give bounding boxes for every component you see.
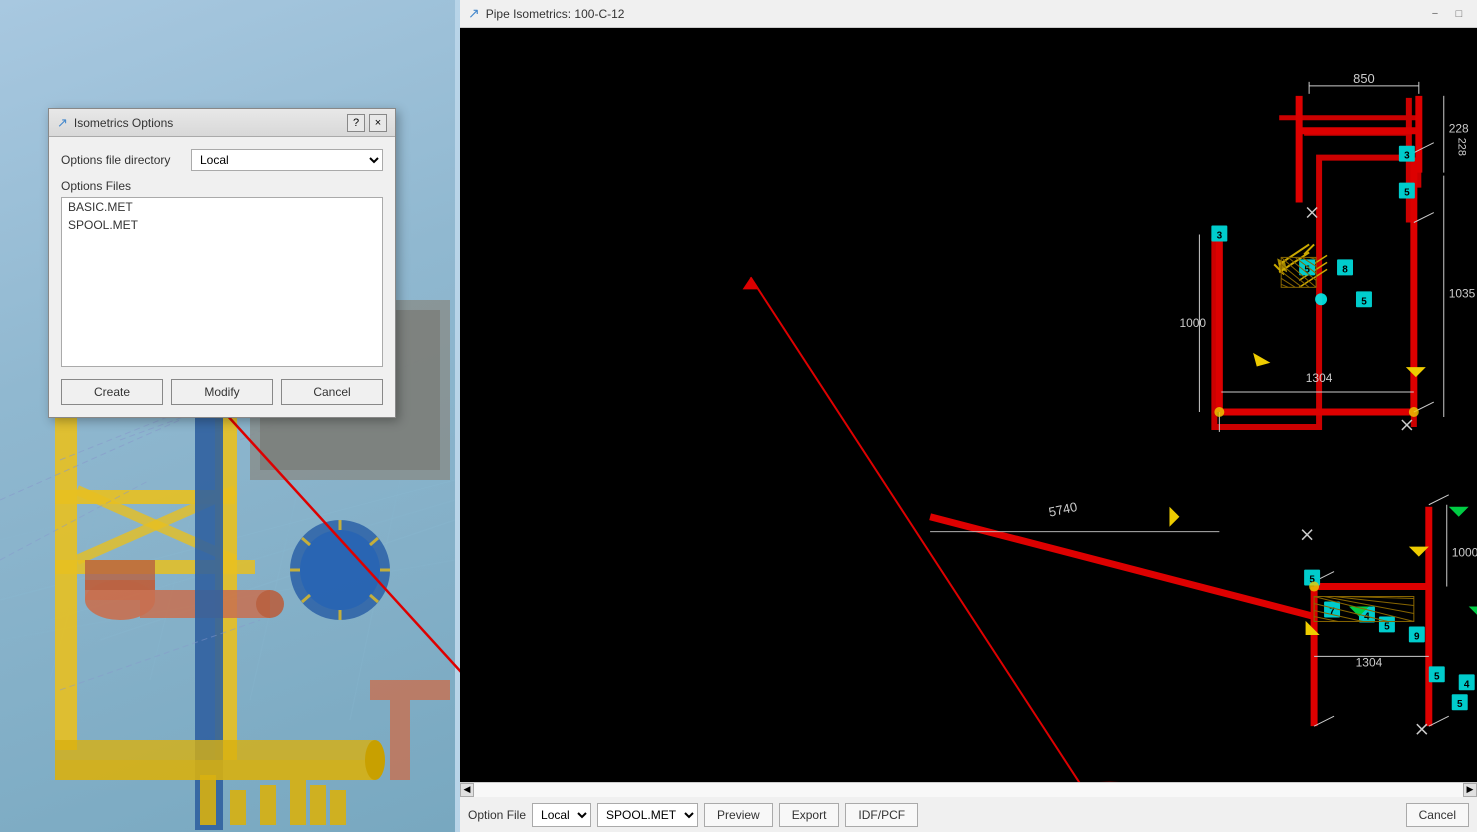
svg-text:9: 9 bbox=[1414, 631, 1420, 642]
directory-row: Options file directory Local Project Sys… bbox=[61, 149, 383, 171]
toolbar-cancel-button[interactable]: Cancel bbox=[1406, 803, 1469, 827]
scroll-track[interactable] bbox=[474, 783, 1463, 797]
cancel-button[interactable]: Cancel bbox=[281, 379, 383, 405]
svg-text:5: 5 bbox=[1434, 671, 1440, 682]
options-files-label: Options Files bbox=[61, 179, 383, 193]
svg-text:3: 3 bbox=[1217, 230, 1223, 241]
pipe-canvas[interactable]: 850 228 228 1035 1304 1000 5740 1304 100… bbox=[460, 28, 1477, 796]
dialog-body: Options file directory Local Project Sys… bbox=[49, 137, 395, 417]
export-button[interactable]: Export bbox=[779, 803, 840, 827]
option-file-label: Option File bbox=[468, 808, 526, 822]
directory-select[interactable]: Local Project System bbox=[191, 149, 383, 171]
dialog-buttons: Create Modify Cancel bbox=[61, 379, 383, 405]
svg-text:1304: 1304 bbox=[1356, 655, 1383, 669]
pipe-window-title: Pipe Isometrics: 100-C-12 bbox=[486, 7, 1425, 21]
options-files-listbox[interactable]: BASIC.MET SPOOL.MET bbox=[61, 197, 383, 367]
pipe-window-icon: ↗ bbox=[468, 5, 480, 22]
minimize-button[interactable]: − bbox=[1425, 5, 1445, 23]
svg-text:5: 5 bbox=[1361, 296, 1367, 307]
window-controls: − □ bbox=[1425, 5, 1469, 23]
svg-text:228: 228 bbox=[1456, 138, 1468, 156]
list-item-basic-met[interactable]: BASIC.MET bbox=[62, 198, 382, 216]
directory-label: Options file directory bbox=[61, 153, 191, 167]
isometrics-options-dialog: ↗ Isometrics Options ? × Options file di… bbox=[48, 108, 396, 418]
svg-text:4: 4 bbox=[1464, 679, 1470, 690]
svg-text:5: 5 bbox=[1457, 699, 1463, 710]
dialog-help-button[interactable]: ? bbox=[347, 114, 365, 132]
svg-text:1000: 1000 bbox=[1452, 546, 1477, 560]
preview-button[interactable]: Preview bbox=[704, 803, 773, 827]
svg-text:228: 228 bbox=[1449, 122, 1469, 136]
svg-text:850: 850 bbox=[1353, 71, 1375, 86]
pipe-isometrics-window: ↗ Pipe Isometrics: 100-C-12 − □ bbox=[460, 0, 1477, 832]
svg-text:3: 3 bbox=[1404, 151, 1410, 162]
svg-text:1000: 1000 bbox=[1179, 316, 1206, 330]
list-item-spool-met[interactable]: SPOOL.MET bbox=[62, 216, 382, 234]
scroll-left-button[interactable]: ◀ bbox=[460, 783, 474, 797]
svg-text:1035: 1035 bbox=[1449, 286, 1476, 300]
isometric-drawing: 850 228 228 1035 1304 1000 5740 1304 100… bbox=[460, 28, 1477, 796]
dialog-close-button[interactable]: × bbox=[369, 114, 387, 132]
pipe-bottom-toolbar: Option File Local SPOOL.MET Preview Expo… bbox=[460, 796, 1477, 832]
dialog-titlebar: ↗ Isometrics Options ? × bbox=[49, 109, 395, 137]
modify-button[interactable]: Modify bbox=[171, 379, 273, 405]
svg-text:5: 5 bbox=[1404, 188, 1410, 199]
svg-text:1304: 1304 bbox=[1306, 371, 1333, 385]
maximize-button[interactable]: □ bbox=[1449, 5, 1469, 23]
create-button[interactable]: Create bbox=[61, 379, 163, 405]
dialog-icon: ↗ bbox=[57, 115, 68, 131]
scroll-right-button[interactable]: ▶ bbox=[1463, 783, 1477, 797]
pipe-titlebar: ↗ Pipe Isometrics: 100-C-12 − □ bbox=[460, 0, 1477, 28]
dialog-title: Isometrics Options bbox=[74, 116, 347, 130]
horizontal-scrollbar[interactable]: ◀ ▶ bbox=[460, 782, 1477, 796]
spool-met-select[interactable]: SPOOL.MET bbox=[597, 803, 698, 827]
svg-text:8: 8 bbox=[1342, 264, 1348, 275]
local-select[interactable]: Local bbox=[532, 803, 591, 827]
idf-pcf-button[interactable]: IDF/PCF bbox=[845, 803, 918, 827]
svg-text:5: 5 bbox=[1384, 621, 1390, 632]
